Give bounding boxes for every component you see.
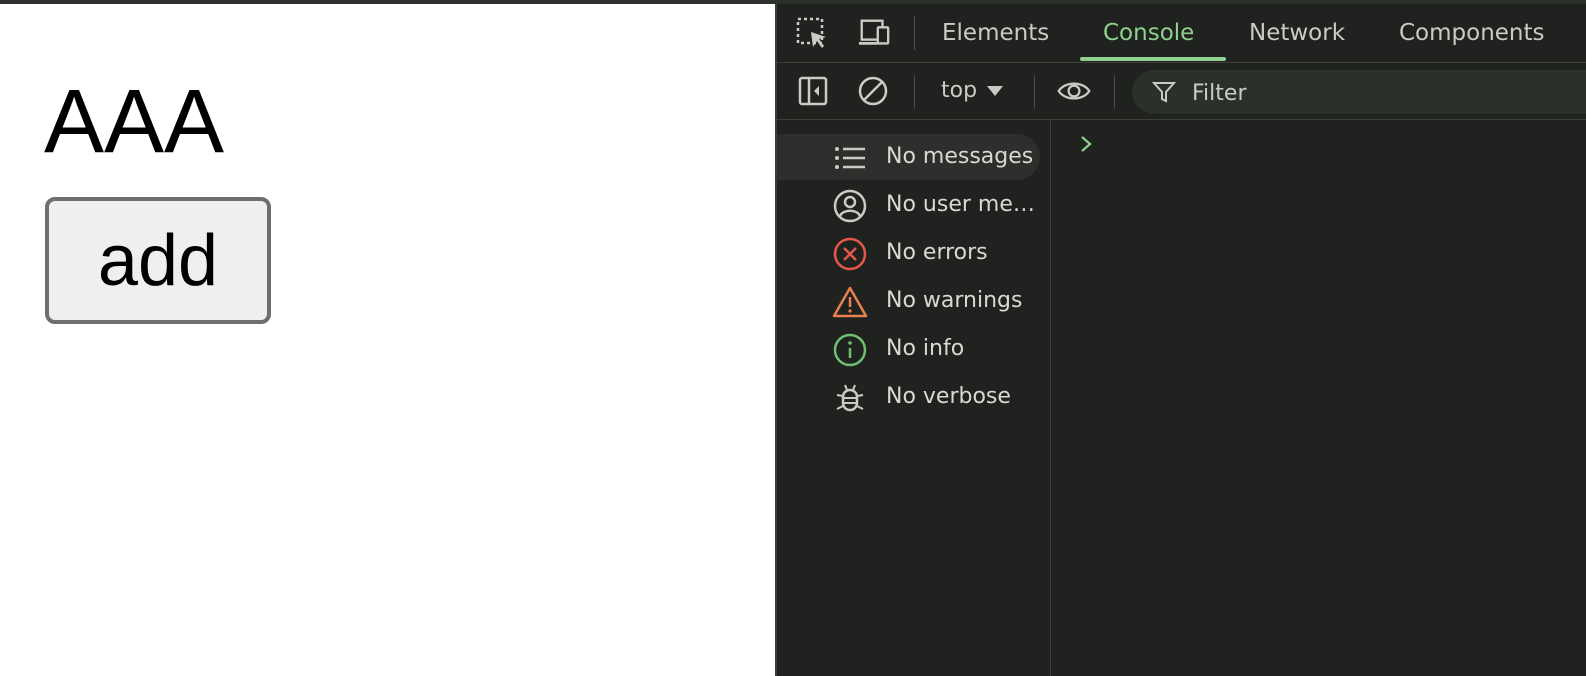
active-tab-indicator bbox=[1080, 57, 1226, 61]
sidebar-item-messages[interactable]: No messages bbox=[777, 134, 1040, 180]
sidebar-item-errors[interactable]: No errors bbox=[777, 230, 1040, 276]
toolbar-separator bbox=[1034, 75, 1035, 109]
toolbar-separator bbox=[914, 75, 915, 109]
list-icon bbox=[832, 140, 868, 176]
bug-icon bbox=[832, 380, 868, 416]
console-prompt-chevron-icon bbox=[1079, 134, 1093, 159]
devtools-tab-bar: Elements Console Network Components bbox=[777, 4, 1586, 63]
sidebar-item-verbose[interactable]: No verbose bbox=[777, 374, 1040, 420]
console-sidebar: No messages No user messages No erro bbox=[777, 120, 1051, 676]
tab-console[interactable]: Console bbox=[1103, 4, 1194, 62]
tab-components[interactable]: Components bbox=[1399, 4, 1545, 62]
sidebar-item-user-messages[interactable]: No user messages bbox=[777, 182, 1040, 228]
context-selector-label: top bbox=[941, 78, 978, 103]
info-icon bbox=[832, 332, 868, 368]
user-icon bbox=[832, 188, 868, 224]
web-page: AAA add bbox=[0, 4, 775, 676]
device-toolbar-icon[interactable] bbox=[857, 16, 891, 50]
inspect-element-icon[interactable] bbox=[795, 16, 829, 50]
context-selector[interactable]: top bbox=[941, 73, 1004, 109]
warning-icon bbox=[832, 284, 868, 320]
devtools-panel: Elements Console Network Components top bbox=[775, 4, 1586, 676]
caret-down-icon bbox=[987, 86, 1004, 96]
filter-input[interactable] bbox=[1190, 76, 1574, 110]
eye-icon[interactable] bbox=[1056, 73, 1092, 109]
sidebar-item-label: No user messages bbox=[886, 192, 1038, 217]
sidebar-item-label: No errors bbox=[886, 240, 988, 265]
tab-network[interactable]: Network bbox=[1249, 4, 1345, 62]
sidebar-item-label: No messages bbox=[886, 144, 1034, 169]
console-toolbar: top bbox=[777, 63, 1586, 120]
add-button[interactable]: add bbox=[45, 197, 271, 324]
sidebar-item-label: No info bbox=[886, 336, 965, 361]
toolbar-separator bbox=[1114, 75, 1115, 109]
sidebar-item-label: No warnings bbox=[886, 288, 1023, 313]
page-heading: AAA bbox=[44, 72, 225, 172]
tab-elements[interactable]: Elements bbox=[942, 4, 1049, 62]
sidebar-item-info[interactable]: No info bbox=[777, 326, 1040, 372]
sidebar-toggle-icon[interactable] bbox=[795, 73, 831, 109]
console-output[interactable] bbox=[1051, 120, 1586, 676]
clear-console-icon[interactable] bbox=[855, 73, 891, 109]
error-icon bbox=[832, 236, 868, 272]
filter-box[interactable] bbox=[1132, 70, 1586, 114]
sidebar-item-warnings[interactable]: No warnings bbox=[777, 278, 1040, 324]
sidebar-item-label: No verbose bbox=[886, 384, 1011, 409]
tab-separator bbox=[914, 16, 915, 50]
filter-icon bbox=[1151, 80, 1177, 109]
